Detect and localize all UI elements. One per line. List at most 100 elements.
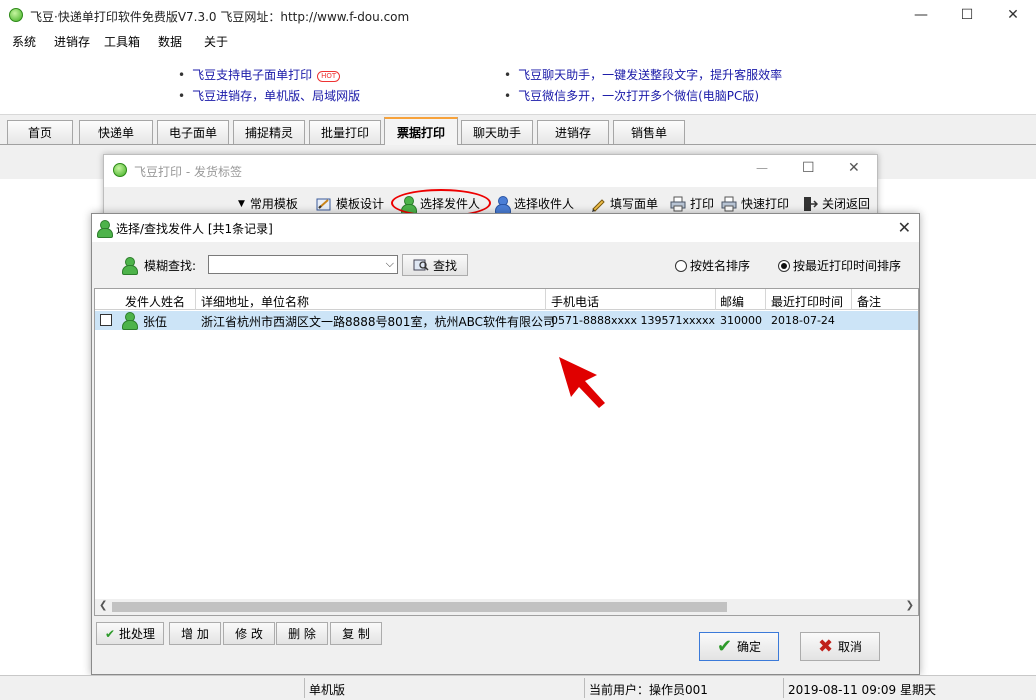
tab-batch-print[interactable]: 批量打印 (309, 120, 381, 144)
dialog-close-button[interactable]: ✕ (898, 218, 911, 237)
scroll-thumb[interactable] (112, 602, 727, 612)
status-user: 当前用户：操作员001 (589, 683, 708, 697)
printer-icon (670, 196, 686, 212)
sort-by-time-label: 按最近打印时间排序 (793, 259, 902, 273)
select-sender-dialog: 选择/查找发件人 [共1条记录] ✕ 模糊查找: ⌵ 确定 查找 按姓名排序 按… (91, 213, 920, 675)
dialog-title: 选择/查找发件人 [共1条记录] (116, 222, 273, 236)
select-recipient-label: 选择收件人 (514, 197, 575, 211)
tab-sales[interactable]: 销售单 (613, 120, 685, 144)
menu-system[interactable]: 系统 (12, 33, 36, 50)
search-button[interactable]: 确定 查找 (402, 254, 468, 276)
table-header: 发件人姓名 详细地址，单位名称 手机电话 邮编 最近打印时间 备注 (95, 289, 918, 310)
copy-button[interactable]: 复 制 (330, 622, 382, 645)
batch-button[interactable]: ✔ 批处理 (96, 622, 164, 645)
main-title-bar: 飞豆·快递单打印软件免费版V7.3.0 飞豆网址：http://www.f-do… (0, 0, 1036, 31)
promo-link-eorder-text[interactable]: 飞豆支持电子面单打印 (192, 68, 312, 82)
col-address[interactable]: 详细地址，单位名称 (201, 293, 309, 310)
col-zip[interactable]: 邮编 (720, 293, 744, 310)
promo-link-inventory[interactable]: 飞豆进销存，单机版、局域网版 (178, 87, 360, 104)
close-return-button[interactable]: 关闭返回 (802, 195, 870, 212)
scroll-left-icon[interactable]: ❮ (99, 600, 107, 611)
col-note[interactable]: 备注 (857, 293, 881, 310)
row-last-print: 2018-07-24 (771, 314, 835, 327)
scroll-right-icon[interactable]: ❯ (906, 600, 914, 611)
tab-home[interactable]: 首页 (7, 120, 73, 144)
col-separator (765, 289, 766, 310)
row-address: 浙江省杭州市西湖区文一路8888号801室，杭州ABC软件有限公司 (201, 315, 556, 329)
menu-inventory[interactable]: 进销存 (54, 33, 90, 50)
design-pen-icon (316, 196, 332, 212)
row-checkbox[interactable] (100, 314, 112, 326)
menu-bar: 系统 进销存 工具箱 数据 关于 (0, 31, 1036, 51)
print-window-title: 飞豆打印 - 发货标签 (134, 165, 242, 179)
col-phone[interactable]: 手机电话 (551, 293, 599, 310)
select-recipient-button[interactable]: 选择收件人 (494, 195, 575, 214)
promo-link-chat[interactable]: 飞豆聊天助手，一键发送整段文字，提升客服效率 (504, 66, 782, 83)
status-datetime: 2019-08-11 09:09 星期天 (788, 683, 936, 697)
ok-button[interactable]: ✔ 确定 (699, 632, 779, 661)
exit-door-icon (802, 196, 819, 212)
row-zip: 310000 (720, 314, 762, 327)
sort-by-time-radio[interactable]: 按最近打印时间排序 (778, 257, 901, 274)
menu-data[interactable]: 数据 (158, 33, 182, 50)
print-button[interactable]: 打印 (670, 195, 714, 212)
promo-link-wechat[interactable]: 飞豆微信多开，一次打开多个微信(电脑PC版) (504, 87, 759, 104)
menu-about[interactable]: 关于 (204, 33, 228, 50)
check-icon: ✔ (104, 626, 116, 641)
print-window-maximize-button[interactable]: ☐ (802, 160, 815, 176)
search-icon (413, 259, 429, 271)
maximize-button[interactable]: ☐ (944, 0, 990, 30)
horizontal-scrollbar[interactable]: ❮ ❯ (95, 599, 918, 615)
quick-print-label: 快速打印 (741, 197, 790, 211)
common-template-label: 常用模板 (249, 197, 298, 211)
tab-express[interactable]: 快递单 (79, 120, 153, 144)
ok-check-icon: ✔ (716, 636, 733, 657)
quick-print-button[interactable]: 快速打印 (721, 195, 789, 212)
minimize-button[interactable]: — (898, 0, 944, 30)
status-separator (783, 678, 784, 698)
close-button[interactable]: ✕ (990, 0, 1036, 30)
status-mode: 单机版 (309, 683, 346, 697)
print-window-close-button[interactable]: ✕ (848, 160, 860, 176)
status-separator (304, 678, 305, 698)
sort-by-name-circle[interactable] (675, 259, 687, 272)
sender-table: 发件人姓名 详细地址，单位名称 手机电话 邮编 最近打印时间 备注 张伍 浙江省… (94, 288, 919, 616)
col-sender-name[interactable]: 发件人姓名 (125, 293, 185, 310)
tab-inventory[interactable]: 进销存 (537, 120, 609, 144)
cancel-button-label: 取消 (838, 640, 863, 654)
add-button[interactable]: 增 加 (169, 622, 221, 645)
dialog-person-icon (97, 220, 113, 238)
delete-button[interactable]: 删 除 (276, 622, 328, 645)
common-template-button[interactable]: ▼ 常用模板 (238, 195, 298, 212)
fill-order-button[interactable]: 填写面单 (590, 195, 658, 212)
col-last-print[interactable]: 最近打印时间 (771, 293, 843, 310)
print-window-title-bar: 飞豆打印 - 发货标签 — ☐ ✕ (104, 155, 877, 185)
promo-link-eorder[interactable]: 飞豆支持电子面单打印 HOT (178, 66, 341, 83)
tab-chat-assistant[interactable]: 聊天助手 (461, 120, 533, 144)
sort-by-name-label: 按姓名排序 (690, 259, 751, 273)
search-button-label: 查找 (432, 258, 457, 273)
promo-area: 飞豆支持电子面单打印 HOT 飞豆进销存，单机版、局域网版 飞豆聊天助手，一键发送… (0, 51, 1036, 115)
tab-eorder[interactable]: 电子面单 (157, 120, 229, 144)
menu-toolbox[interactable]: 工具箱 (104, 33, 140, 50)
window-title: 飞豆·快递单打印软件免费版V7.3.0 飞豆网址：http://www.f-do… (30, 10, 410, 24)
search-person-icon (122, 257, 138, 275)
print-window-minimize-button[interactable]: — (756, 161, 768, 175)
cancel-button[interactable]: ✖ 取消 (800, 632, 880, 661)
template-design-button[interactable]: 模板设计 (316, 195, 384, 212)
sort-by-time-circle[interactable] (778, 259, 790, 272)
close-return-label: 关闭返回 (822, 197, 871, 211)
sort-by-name-radio[interactable]: 按姓名排序 (675, 257, 750, 274)
edit-button[interactable]: 修 改 (223, 622, 275, 645)
print-window-logo-icon (113, 163, 127, 177)
dialog-title-bar: 选择/查找发件人 [共1条记录] ✕ (92, 214, 919, 242)
template-design-label: 模板设计 (336, 197, 385, 211)
chevron-down-icon[interactable]: ⌵ (386, 257, 394, 271)
hot-badge: HOT (317, 71, 341, 82)
fill-order-label: 填写面单 (610, 197, 659, 211)
tab-ticket-print[interactable]: 票据打印 (384, 117, 458, 145)
tab-capture[interactable]: 捕捉精灵 (233, 120, 305, 144)
search-combo[interactable]: ⌵ (208, 255, 398, 274)
search-input[interactable] (209, 256, 379, 273)
table-row[interactable]: 张伍 浙江省杭州市西湖区文一路8888号801室，杭州ABC软件有限公司 057… (95, 311, 918, 330)
